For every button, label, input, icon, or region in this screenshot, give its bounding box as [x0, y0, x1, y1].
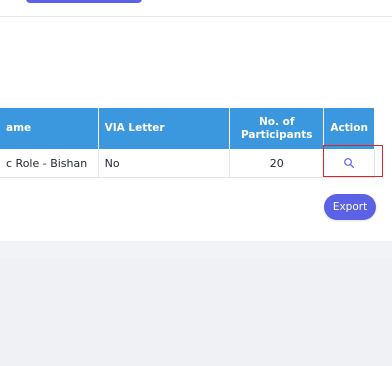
column-header-action: Action [323, 108, 375, 149]
column-header-via-letter: VIA Letter [98, 108, 231, 149]
column-header-name: ame [0, 108, 99, 149]
cell-participants: 20 [229, 149, 325, 178]
top-action-button[interactable] [26, 0, 142, 3]
column-header-participants: No. of Participants [229, 108, 325, 149]
cell-via-letter: No [98, 149, 231, 178]
page-background-lower [0, 258, 392, 366]
top-strip [0, 0, 392, 17]
cell-name: c Role - Bishan [0, 149, 99, 178]
export-button[interactable]: Export [324, 194, 376, 220]
table-row: c Role - Bishan No 20 [0, 149, 375, 178]
action-highlight-box [323, 145, 383, 177]
results-table: ame VIA Letter No. of Participants Actio… [0, 108, 375, 178]
